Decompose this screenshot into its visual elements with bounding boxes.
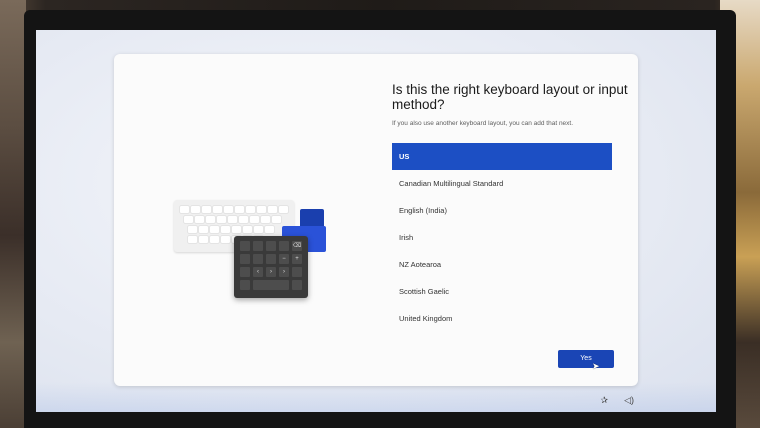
right-arrow-key: › <box>279 267 289 277</box>
layout-item-canadian-multilingual[interactable]: Canadian Multilingual Standard <box>392 170 612 197</box>
yes-button[interactable]: Yes <box>558 350 614 368</box>
accessibility-icon[interactable]: ✰ <box>601 395 609 406</box>
volume-icon[interactable]: ◁) <box>624 395 634 406</box>
minus-key: − <box>279 254 289 264</box>
layout-item-english-india[interactable]: English (India) <box>392 197 612 224</box>
layout-item-united-kingdom[interactable]: United Kingdom <box>392 305 612 332</box>
mouse-cursor-icon: ➤ <box>592 361 600 371</box>
screen: ⌫ − + ‹ › › Is this the right keyboard l… <box>36 30 716 412</box>
down-arrow-key: › <box>266 267 276 277</box>
oobe-card: ⌫ − + ‹ › › Is this the right keyboard l… <box>114 54 638 386</box>
layout-list: US Canadian Multilingual Standard Englis… <box>392 143 612 332</box>
page-subtitle: If you also use another keyboard layout,… <box>392 120 574 127</box>
backspace-key: ⌫ <box>292 241 302 251</box>
layout-item-nz-aotearoa[interactable]: NZ Aotearoa <box>392 251 612 278</box>
numpad-icon: ⌫ − + ‹ › › <box>234 236 308 298</box>
page-title: Is this the right keyboard layout or inp… <box>392 82 628 112</box>
layout-item-scottish-gaelic[interactable]: Scottish Gaelic <box>392 278 612 305</box>
keyboard-illustration: ⌫ − + ‹ › › <box>174 176 334 298</box>
layout-item-irish[interactable]: Irish <box>392 224 612 251</box>
left-wall <box>0 0 26 428</box>
plus-key: + <box>292 254 302 264</box>
system-tray: ✰ ◁) <box>601 395 634 406</box>
layout-item-us[interactable]: US <box>392 143 612 170</box>
left-arrow-key: ‹ <box>253 267 263 277</box>
